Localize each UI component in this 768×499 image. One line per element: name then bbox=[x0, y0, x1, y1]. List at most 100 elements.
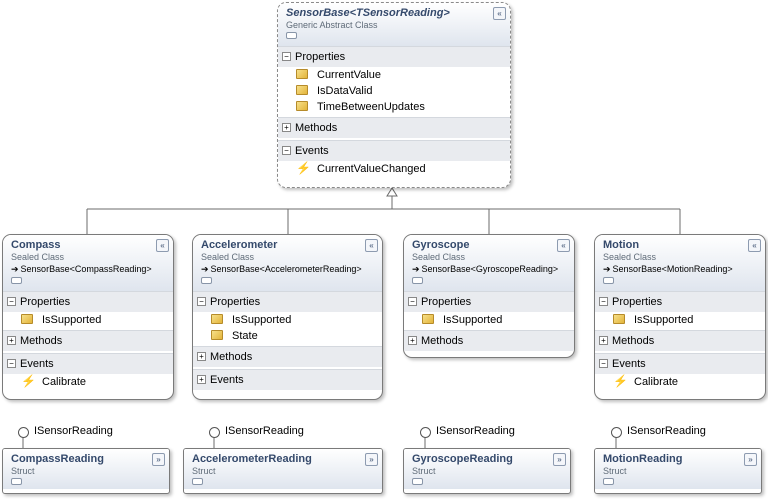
accelerometer-class[interactable]: Accelerometer Sealed Class ➔ SensorBase<A… bbox=[192, 234, 383, 400]
interface-lollipop-icon bbox=[611, 427, 622, 438]
properties-section[interactable]: − Properties bbox=[595, 291, 765, 312]
collapse-member-icon[interactable] bbox=[603, 478, 614, 485]
methods-section[interactable]: + Methods bbox=[193, 346, 382, 367]
methods-section[interactable]: + Methods bbox=[404, 330, 574, 351]
struct-title: GyroscopeReading bbox=[412, 453, 513, 465]
base-type-label: SensorBase<GyroscopeReading> bbox=[421, 264, 559, 274]
struct-header: MotionReading Struct » bbox=[595, 449, 761, 489]
minus-icon[interactable]: − bbox=[197, 296, 206, 306]
section-label: Events bbox=[295, 145, 329, 157]
struct-kind: Struct bbox=[412, 466, 436, 476]
struct-header: CompassReading Struct » bbox=[3, 449, 169, 489]
collapse-member-icon[interactable] bbox=[11, 277, 22, 284]
property-item[interactable]: IsSupported bbox=[404, 312, 574, 328]
base-type: ➔ SensorBase<CompassReading> bbox=[11, 264, 167, 275]
collapse-member-icon[interactable] bbox=[412, 478, 423, 485]
compassreading-struct[interactable]: CompassReading Struct » bbox=[2, 448, 170, 494]
collapse-member-icon[interactable] bbox=[192, 478, 203, 485]
class-title: Gyroscope bbox=[412, 239, 470, 251]
property-item[interactable]: IsSupported bbox=[193, 312, 382, 328]
events-section[interactable]: − Events bbox=[3, 353, 173, 374]
gyroscope-class[interactable]: Gyroscope Sealed Class ➔ SensorBase<Gyros… bbox=[403, 234, 575, 358]
section-label: Events bbox=[612, 358, 646, 370]
minus-icon[interactable]: − bbox=[599, 296, 608, 306]
properties-section[interactable]: − Properties bbox=[404, 291, 574, 312]
properties-section[interactable]: − Properties bbox=[3, 291, 173, 312]
events-section[interactable]: − Events bbox=[278, 140, 510, 161]
property-item[interactable]: State bbox=[193, 328, 382, 344]
plus-icon[interactable]: + bbox=[282, 122, 291, 132]
event-label: Calibrate bbox=[634, 376, 679, 388]
collapse-chevron-icon[interactable]: « bbox=[365, 239, 378, 252]
compass-class[interactable]: Compass Sealed Class ➔ SensorBase<Compass… bbox=[2, 234, 174, 400]
property-item[interactable]: TimeBetweenUpdates bbox=[278, 99, 510, 115]
events-section[interactable]: + Events bbox=[193, 369, 382, 390]
collapse-member-icon[interactable] bbox=[412, 277, 423, 284]
methods-section[interactable]: + Methods bbox=[595, 330, 765, 351]
class-header: Gyroscope Sealed Class ➔ SensorBase<Gyros… bbox=[404, 235, 574, 291]
accelerometerreading-struct[interactable]: AccelerometerReading Struct » bbox=[183, 448, 383, 494]
expand-chevron-icon[interactable]: » bbox=[553, 453, 566, 466]
section-label: Properties bbox=[295, 51, 346, 63]
section-label: Properties bbox=[210, 296, 261, 308]
collapse-member-icon[interactable] bbox=[11, 478, 22, 485]
collapse-chevron-icon[interactable]: « bbox=[748, 239, 761, 252]
struct-kind: Struct bbox=[192, 466, 216, 476]
class-kind: Sealed Class bbox=[11, 252, 65, 262]
plus-icon[interactable]: + bbox=[197, 374, 206, 384]
inherit-arrow-icon: ➔ bbox=[201, 264, 209, 274]
interface-label: ISensorReading bbox=[436, 425, 515, 437]
events-section[interactable]: − Events bbox=[595, 353, 765, 374]
property-item[interactable]: IsSupported bbox=[3, 312, 173, 328]
class-kind: Generic Abstract Class bbox=[286, 20, 378, 30]
minus-icon[interactable]: − bbox=[7, 296, 16, 306]
collapse-chevron-icon[interactable]: « bbox=[557, 239, 570, 252]
collapse-member-icon[interactable] bbox=[286, 32, 297, 39]
property-icon bbox=[613, 314, 625, 325]
collapse-member-icon[interactable] bbox=[201, 277, 212, 284]
expand-chevron-icon[interactable]: » bbox=[365, 453, 378, 466]
event-icon: ⚡ bbox=[613, 374, 628, 389]
event-item[interactable]: ⚡ Calibrate bbox=[3, 374, 173, 390]
methods-section[interactable]: + Methods bbox=[3, 330, 173, 351]
event-item[interactable]: ⚡ CurrentValueChanged bbox=[278, 161, 510, 177]
property-icon bbox=[296, 85, 308, 96]
gyroscopereading-struct[interactable]: GyroscopeReading Struct » bbox=[403, 448, 571, 494]
section-label: Methods bbox=[20, 335, 63, 347]
event-icon: ⚡ bbox=[296, 161, 311, 176]
class-title: Compass bbox=[11, 239, 61, 251]
minus-icon[interactable]: − bbox=[599, 358, 608, 368]
motion-class[interactable]: Motion Sealed Class ➔ SensorBase<MotionRe… bbox=[594, 234, 766, 400]
properties-section[interactable]: − Properties bbox=[278, 46, 510, 67]
sensorbase-class[interactable]: SensorBase<TSensorReading> Generic Abstr… bbox=[277, 2, 511, 188]
minus-icon[interactable]: − bbox=[408, 296, 417, 306]
class-header: Compass Sealed Class ➔ SensorBase<Compass… bbox=[3, 235, 173, 291]
property-item[interactable]: IsSupported bbox=[595, 312, 765, 328]
collapse-chevron-icon[interactable]: « bbox=[156, 239, 169, 252]
minus-icon[interactable]: − bbox=[282, 51, 291, 61]
minus-icon[interactable]: − bbox=[282, 145, 291, 155]
plus-icon[interactable]: + bbox=[599, 335, 608, 345]
section-label: Events bbox=[210, 374, 244, 386]
collapse-member-icon[interactable] bbox=[603, 277, 614, 284]
plus-icon[interactable]: + bbox=[7, 335, 16, 345]
expand-chevron-icon[interactable]: » bbox=[744, 453, 757, 466]
plus-icon[interactable]: + bbox=[408, 335, 417, 345]
property-item[interactable]: CurrentValue bbox=[278, 67, 510, 83]
properties-section[interactable]: − Properties bbox=[193, 291, 382, 312]
event-item[interactable]: ⚡ Calibrate bbox=[595, 374, 765, 390]
expand-chevron-icon[interactable]: » bbox=[152, 453, 165, 466]
minus-icon[interactable]: − bbox=[7, 358, 16, 368]
motionreading-struct[interactable]: MotionReading Struct » bbox=[594, 448, 762, 494]
collapse-chevron-icon[interactable]: « bbox=[493, 7, 506, 20]
base-type: ➔ SensorBase<MotionReading> bbox=[603, 264, 759, 275]
interface-label: ISensorReading bbox=[627, 425, 706, 437]
property-label: IsSupported bbox=[443, 314, 503, 326]
class-kind: Sealed Class bbox=[412, 252, 466, 262]
base-type-label: SensorBase<CompassReading> bbox=[20, 264, 152, 274]
property-label: State bbox=[232, 330, 258, 342]
methods-section[interactable]: + Methods bbox=[278, 117, 510, 138]
plus-icon[interactable]: + bbox=[197, 351, 206, 361]
section-label: Properties bbox=[20, 296, 71, 308]
property-item[interactable]: IsDataValid bbox=[278, 83, 510, 99]
